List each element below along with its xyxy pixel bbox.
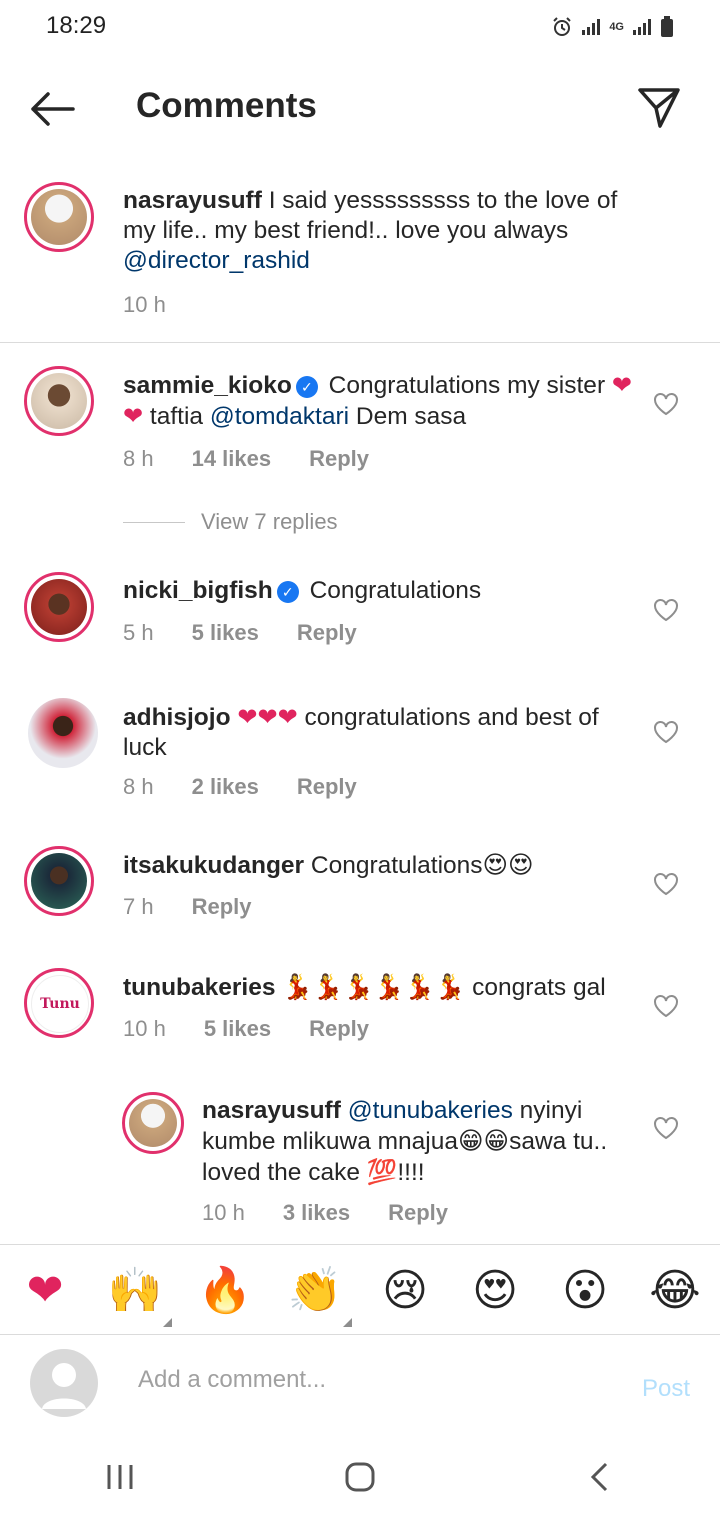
mention-link[interactable]: @director_rashid xyxy=(123,247,310,274)
skin-tone-indicator xyxy=(163,1318,172,1327)
comment-text: Congratulations xyxy=(302,577,482,604)
react-fire-button[interactable]: 🔥 xyxy=(194,1259,256,1321)
avatar[interactable]: Tunu xyxy=(24,968,94,1038)
dancer-emoji: 💃💃💃💃💃💃 xyxy=(282,972,466,1001)
comment-text: taftia xyxy=(143,403,210,430)
view-replies-button[interactable]: View 7 replies xyxy=(123,509,338,535)
replies-line xyxy=(123,521,185,523)
username[interactable]: sammie_kioko xyxy=(123,372,292,399)
username[interactable]: nasrayusuff xyxy=(202,1097,341,1124)
react-surprised-button[interactable]: 😮 xyxy=(554,1259,616,1321)
comment-text: !!!! xyxy=(397,1159,425,1186)
my-avatar xyxy=(30,1349,98,1417)
avatar[interactable] xyxy=(24,846,94,916)
avatar[interactable] xyxy=(28,698,98,768)
back-button[interactable] xyxy=(30,86,76,132)
react-heart-eyes-button[interactable]: 😍 xyxy=(464,1259,526,1321)
username[interactable]: tunubakeries xyxy=(123,974,276,1001)
recent-apps-button[interactable] xyxy=(90,1447,150,1507)
likes-count[interactable]: 14 likes xyxy=(192,446,272,472)
username[interactable]: adhisjojo xyxy=(123,704,231,731)
status-icons: 4G xyxy=(551,16,674,38)
comment-text: Dem sasa xyxy=(349,403,467,430)
like-heart-icon[interactable] xyxy=(652,390,680,418)
reply-button[interactable]: Reply xyxy=(309,446,369,472)
timestamp: 10 h xyxy=(123,292,166,317)
arrow-left-icon xyxy=(31,92,75,126)
avatar[interactable] xyxy=(24,572,94,642)
timestamp: 8 h xyxy=(123,774,154,799)
hundred-emoji: 💯 xyxy=(366,1157,398,1186)
mention-link[interactable]: @tunubakeries xyxy=(348,1097,513,1124)
comment-input-bar: Post xyxy=(0,1334,720,1435)
recent-apps-icon xyxy=(107,1465,133,1489)
username[interactable]: nicki_bigfish xyxy=(123,577,273,604)
heart-eyes-emoji: 😍😍 xyxy=(482,850,534,879)
comment-input[interactable] xyxy=(136,1365,590,1395)
avatar[interactable] xyxy=(24,182,94,252)
reply-button[interactable]: Reply xyxy=(309,1016,369,1042)
alarm-icon xyxy=(553,17,572,36)
username[interactable]: nasrayusuff xyxy=(123,187,262,214)
verified-badge-icon: ✓ xyxy=(295,375,318,398)
like-heart-icon[interactable] xyxy=(652,596,680,624)
react-laughing-button[interactable]: 😂 xyxy=(644,1259,706,1321)
react-heart-button[interactable]: ❤ xyxy=(14,1259,76,1321)
react-raised-hands-button[interactable]: 🙌 xyxy=(104,1259,172,1327)
comment-text: Congratulations my sister xyxy=(321,372,612,399)
timestamp: 7 h xyxy=(123,894,154,919)
reply-button[interactable]: Reply xyxy=(297,774,357,800)
react-clap-button[interactable]: 👏 xyxy=(284,1259,352,1327)
system-nav-bar xyxy=(0,1434,720,1520)
network-label: 4G xyxy=(609,21,624,33)
like-heart-icon[interactable] xyxy=(652,718,680,746)
signal-icon-2 xyxy=(633,19,651,35)
post-button[interactable]: Post xyxy=(642,1375,690,1403)
verified-badge-icon: ✓ xyxy=(276,580,299,603)
home-button[interactable] xyxy=(330,1447,390,1507)
likes-count[interactable]: 3 likes xyxy=(283,1200,350,1226)
send-icon xyxy=(638,88,680,128)
grin-emoji: 😁😁 xyxy=(458,1126,510,1155)
share-button[interactable] xyxy=(636,84,682,130)
avatar[interactable] xyxy=(122,1092,184,1154)
timestamp: 8 h xyxy=(123,446,154,471)
home-icon xyxy=(345,1462,375,1492)
status-time: 18:29 xyxy=(46,12,107,39)
reply-button[interactable]: Reply xyxy=(388,1200,448,1226)
timestamp: 5 h xyxy=(123,620,154,645)
status-bar: 18:29 4G xyxy=(0,0,720,56)
comment-text: Congratulations xyxy=(304,852,483,879)
user-placeholder-icon xyxy=(42,1363,86,1409)
likes-count[interactable]: 5 likes xyxy=(192,620,259,646)
timestamp: 10 h xyxy=(202,1200,245,1225)
chevron-left-icon xyxy=(590,1462,608,1492)
avatar-logo-text: Tunu xyxy=(40,996,80,1012)
likes-count[interactable]: 5 likes xyxy=(204,1016,271,1042)
view-replies-label: View 7 replies xyxy=(201,509,338,534)
back-nav-button[interactable] xyxy=(570,1447,630,1507)
like-heart-icon[interactable] xyxy=(652,1114,680,1142)
username[interactable]: itsakukudanger xyxy=(123,852,304,879)
signal-icon xyxy=(582,19,601,35)
divider xyxy=(0,342,720,343)
like-heart-icon[interactable] xyxy=(652,992,680,1020)
skin-tone-indicator xyxy=(343,1318,352,1327)
comment-text: congrats gal xyxy=(465,974,606,1001)
reply-button[interactable]: Reply xyxy=(297,620,357,646)
react-crying-button[interactable]: 😢 xyxy=(374,1259,436,1321)
heart-emoji: ❤❤❤ xyxy=(237,703,298,731)
like-heart-icon[interactable] xyxy=(652,870,680,898)
mention-link[interactable]: @tomdaktari xyxy=(210,403,349,430)
likes-count[interactable]: 2 likes xyxy=(192,774,259,800)
battery-icon xyxy=(661,16,673,37)
page-title: Comments xyxy=(136,86,317,125)
timestamp: 10 h xyxy=(123,1016,166,1041)
emoji-reaction-bar: ❤ 🙌 🔥 👏 😢 😍 😮 😂 xyxy=(0,1244,720,1335)
reply-button[interactable]: Reply xyxy=(192,894,252,920)
avatar[interactable] xyxy=(24,366,94,436)
